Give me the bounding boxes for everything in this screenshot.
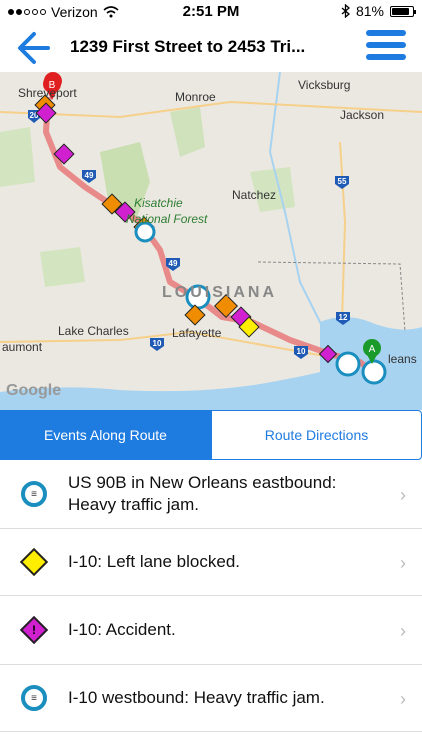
- events-list: ≡ US 90B in New Orleans eastbound: Heavy…: [0, 460, 422, 732]
- chevron-right-icon: ›: [400, 689, 406, 709]
- navigation-bar: 1239 First Street to 2453 Tri...: [0, 24, 422, 72]
- map-label-beaumont: aumont: [2, 340, 43, 354]
- route-map[interactable]: 49 49 55 12 10 10 20 B A Shreveport Monr…: [0, 72, 422, 410]
- svg-text:10: 10: [297, 347, 306, 356]
- event-text: US 90B in New Orleans eastbound: Heavy t…: [68, 473, 337, 514]
- battery-icon: [390, 5, 416, 17]
- list-item[interactable]: ! I-10: Accident. ›: [0, 596, 422, 665]
- map-label-natchez: Natchez: [232, 188, 277, 202]
- map-label-shreveport: Shreveport: [18, 86, 77, 100]
- map-label-lake-charles: Lake Charles: [58, 324, 129, 338]
- menu-icon[interactable]: [366, 30, 406, 64]
- accident-icon: !: [19, 615, 49, 645]
- list-item[interactable]: I-10: Left lane blocked. ›: [0, 529, 422, 596]
- map-label-lafayette: Lafayette: [172, 326, 222, 340]
- bluetooth-icon: [341, 4, 350, 18]
- tab-route-directions[interactable]: Route Directions: [211, 410, 422, 460]
- svg-text:A: A: [369, 344, 376, 355]
- map-label-state: LOUISIANA: [162, 284, 277, 301]
- map-label-monroe: Monroe: [175, 90, 216, 104]
- map-label-new-orleans: leans: [388, 352, 417, 366]
- google-logo: Google: [6, 382, 62, 399]
- chevron-right-icon: ›: [400, 621, 406, 641]
- route-title: 1239 First Street to 2453 Tri...: [70, 37, 306, 56]
- list-item[interactable]: ≡ US 90B in New Orleans eastbound: Heavy…: [0, 460, 422, 529]
- lane-blocked-icon: [19, 547, 49, 577]
- map-label-forest-1: Kisatchie: [134, 196, 183, 210]
- map-label-forest-2: National Forest: [126, 212, 208, 226]
- back-arrow-icon[interactable]: [14, 28, 54, 68]
- status-bar: Verizon 2:51 PM 81%: [0, 0, 422, 24]
- traffic-jam-icon: ≡: [21, 481, 47, 507]
- map-canvas: 49 49 55 12 10 10 20 B A: [0, 72, 422, 410]
- svg-text:10: 10: [153, 339, 162, 348]
- event-text: I-10: Left lane blocked.: [68, 552, 241, 571]
- event-text: I-10: Accident.: [68, 620, 176, 639]
- svg-text:49: 49: [85, 171, 94, 180]
- tab-events-along-route[interactable]: Events Along Route: [0, 410, 211, 460]
- list-item[interactable]: ≡ I-10 westbound: Heavy traffic jam. ›: [0, 665, 422, 732]
- chevron-right-icon: ›: [400, 485, 406, 505]
- traffic-jam-icon: ≡: [21, 685, 47, 711]
- svg-text:55: 55: [338, 177, 347, 186]
- event-text: I-10 westbound: Heavy traffic jam.: [68, 688, 325, 707]
- map-label-vicksburg: Vicksburg: [298, 78, 351, 92]
- svg-text:12: 12: [339, 313, 348, 322]
- map-label-jackson: Jackson: [340, 108, 385, 122]
- chevron-right-icon: ›: [400, 553, 406, 573]
- svg-text:49: 49: [169, 259, 178, 268]
- battery-percent: 81%: [355, 3, 384, 19]
- segmented-control: Events Along Route Route Directions: [0, 410, 422, 460]
